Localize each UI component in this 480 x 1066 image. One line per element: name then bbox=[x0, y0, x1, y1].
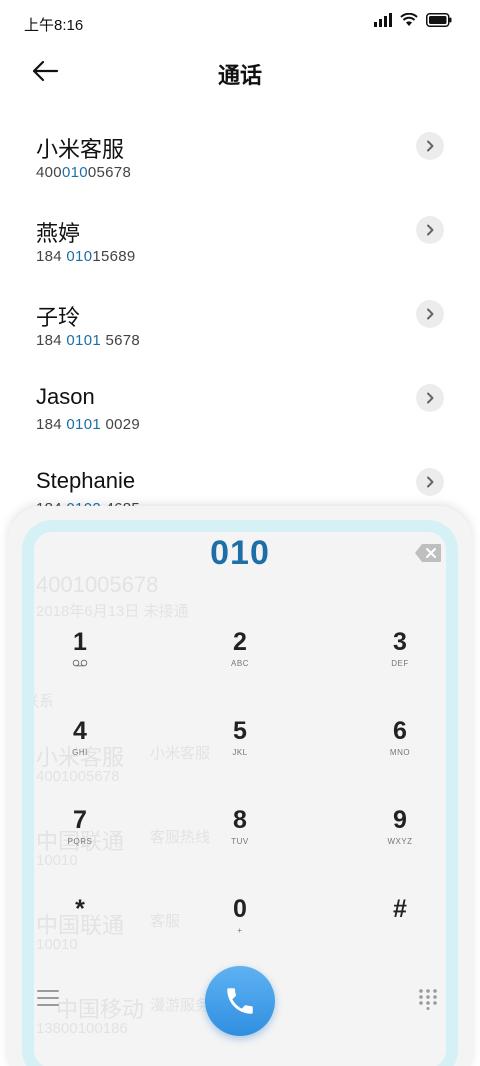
key-0[interactable]: 0 + bbox=[185, 894, 295, 964]
ghost-row-sub: 漫游服务 bbox=[150, 997, 211, 1014]
keypad-toggle-button[interactable] bbox=[418, 988, 438, 1010]
ghost-row-sub: 客服 bbox=[150, 913, 181, 930]
key-1[interactable]: 1 bbox=[25, 627, 135, 697]
key-3[interactable]: 3 DEF bbox=[345, 627, 455, 697]
contact-row[interactable]: 子玲 184 0101 5678 bbox=[0, 288, 480, 372]
key-7[interactable]: 7 PQRS bbox=[25, 805, 135, 875]
wifi-icon bbox=[400, 13, 418, 26]
key-2[interactable]: 2 ABC bbox=[185, 627, 295, 697]
chevron-right-icon bbox=[427, 140, 434, 152]
contact-detail-button[interactable] bbox=[416, 468, 444, 496]
ghost-recent-meta: 2018年6月13日 未接通 bbox=[36, 603, 189, 620]
page-title: 通话 bbox=[217, 63, 262, 88]
chevron-right-icon bbox=[427, 224, 434, 236]
status-bar: 上午8:16 bbox=[0, 0, 480, 44]
voicemail-icon bbox=[72, 659, 88, 667]
key-9[interactable]: 9 WXYZ bbox=[345, 805, 455, 875]
chevron-right-icon bbox=[427, 308, 434, 320]
chevron-right-icon bbox=[427, 392, 434, 404]
contact-detail-button[interactable] bbox=[416, 216, 444, 244]
menu-button[interactable] bbox=[37, 988, 59, 1008]
backspace-icon bbox=[415, 544, 441, 562]
ghost-row-number: 13800100186 bbox=[36, 1020, 128, 1037]
header: 通话 bbox=[0, 48, 480, 96]
contact-number: 184 0101 0029 bbox=[36, 416, 141, 433]
contact-name: Jason bbox=[36, 384, 95, 409]
contact-name: 燕婷 bbox=[36, 221, 81, 246]
contact-detail-button[interactable] bbox=[416, 300, 444, 328]
contact-row[interactable]: Jason 184 0101 0029 bbox=[0, 372, 480, 456]
chevron-right-icon bbox=[427, 476, 434, 488]
contact-name: 子玲 bbox=[36, 305, 81, 330]
status-icons bbox=[374, 13, 452, 27]
contact-row[interactable]: 小米客服 40001005678 bbox=[0, 120, 480, 204]
contact-number: 40001005678 bbox=[36, 164, 132, 181]
contact-list: 小米客服 40001005678 燕婷 184 01015689 子玲 184 … bbox=[0, 120, 480, 540]
battery-icon bbox=[426, 13, 452, 27]
key-hash[interactable]: # bbox=[345, 894, 455, 964]
phone-icon bbox=[227, 988, 253, 1014]
contact-name: 小米客服 bbox=[36, 137, 125, 162]
status-time: 上午8:16 bbox=[24, 17, 84, 34]
key-6[interactable]: 6 MNO bbox=[345, 716, 455, 786]
key-5[interactable]: 5 JKL bbox=[185, 716, 295, 786]
ghost-recent-number: 4001005678 bbox=[36, 572, 159, 597]
key-8[interactable]: 8 TUV bbox=[185, 805, 295, 875]
contact-number: 184 01015689 bbox=[36, 248, 136, 265]
backspace-button[interactable] bbox=[414, 543, 442, 563]
contact-detail-button[interactable] bbox=[416, 384, 444, 412]
key-4[interactable]: 4 GHI bbox=[25, 716, 135, 786]
key-star[interactable]: * bbox=[25, 894, 135, 964]
dial-input: 010 bbox=[210, 534, 270, 572]
keypad-icon bbox=[419, 989, 437, 1010]
contact-number: 184 0101 5678 bbox=[36, 332, 141, 349]
call-button[interactable] bbox=[205, 966, 275, 1036]
contact-name: Stephanie bbox=[36, 468, 136, 493]
contact-row[interactable]: 燕婷 184 01015689 bbox=[0, 204, 480, 288]
signal-icon bbox=[374, 13, 392, 27]
contact-detail-button[interactable] bbox=[416, 132, 444, 160]
menu-icon bbox=[37, 990, 59, 1006]
